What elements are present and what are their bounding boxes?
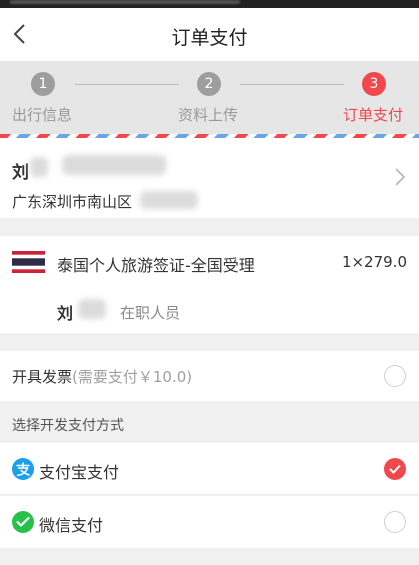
product-card: 泰国个人旅游签证-全国受理 1×279.0 刘 在职人员 bbox=[0, 236, 419, 333]
product-name: 泰国个人旅游签证-全国受理 bbox=[57, 256, 255, 275]
invoice-fee-note: (需要支付￥10.0) bbox=[72, 368, 193, 386]
nav-bar: 订单支付 bbox=[0, 8, 419, 62]
thailand-flag-icon bbox=[12, 251, 45, 273]
blurred-phone bbox=[62, 155, 166, 175]
blurred-address-detail bbox=[140, 191, 198, 209]
quantity-price: 1×279.0 bbox=[341, 253, 407, 271]
status-bar-blurred-text bbox=[10, 0, 240, 4]
traveler-name: 刘 bbox=[57, 304, 74, 323]
wechat-pay-icon bbox=[12, 511, 34, 533]
step-3-number: 3 bbox=[362, 72, 386, 96]
step-connector-2 bbox=[240, 84, 344, 85]
invoice-row[interactable]: 开具发票(需要支付￥10.0) bbox=[0, 351, 419, 401]
payment-option-alipay[interactable]: 支付宝支付 bbox=[0, 443, 419, 495]
step-2-number: 2 bbox=[197, 72, 221, 96]
address-card[interactable]: 刘 广东深圳市南山区 bbox=[0, 138, 419, 218]
invoice-label: 开具发票 bbox=[12, 368, 73, 386]
page-title: 订单支付 bbox=[171, 27, 248, 49]
payment-section-title: 选择开发支付方式 bbox=[12, 418, 124, 434]
recipient-name: 刘 bbox=[12, 163, 29, 183]
traveler-role: 在职人员 bbox=[120, 304, 181, 322]
check-icon bbox=[389, 464, 401, 474]
step-1-number: 1 bbox=[31, 72, 55, 96]
step-3-label: 订单支付 bbox=[343, 106, 404, 124]
payment-option-wechat[interactable]: 微信支付 bbox=[0, 496, 419, 548]
invoice-label-group: 开具发票(需要支付￥10.0) bbox=[12, 366, 192, 387]
step-progress: 1 2 3 出行信息 资料上传 订单支付 bbox=[0, 62, 419, 134]
invoice-radio[interactable] bbox=[384, 365, 406, 387]
blurred-name-fragment bbox=[30, 157, 48, 177]
chevron-right-icon bbox=[395, 168, 406, 186]
alipay-radio-checked[interactable] bbox=[384, 458, 406, 480]
wechat-pay-radio[interactable] bbox=[384, 511, 406, 533]
step-2-label: 资料上传 bbox=[178, 106, 239, 124]
status-bar bbox=[0, 0, 419, 8]
step-1-label: 出行信息 bbox=[12, 106, 73, 124]
blurred-traveler-name bbox=[78, 299, 106, 319]
step-connector-1 bbox=[75, 84, 179, 85]
wechat-pay-label: 微信支付 bbox=[39, 516, 104, 535]
alipay-label: 支付宝支付 bbox=[39, 463, 120, 482]
alipay-icon bbox=[12, 458, 34, 480]
recipient-address: 广东深圳市南山区 bbox=[12, 193, 133, 211]
